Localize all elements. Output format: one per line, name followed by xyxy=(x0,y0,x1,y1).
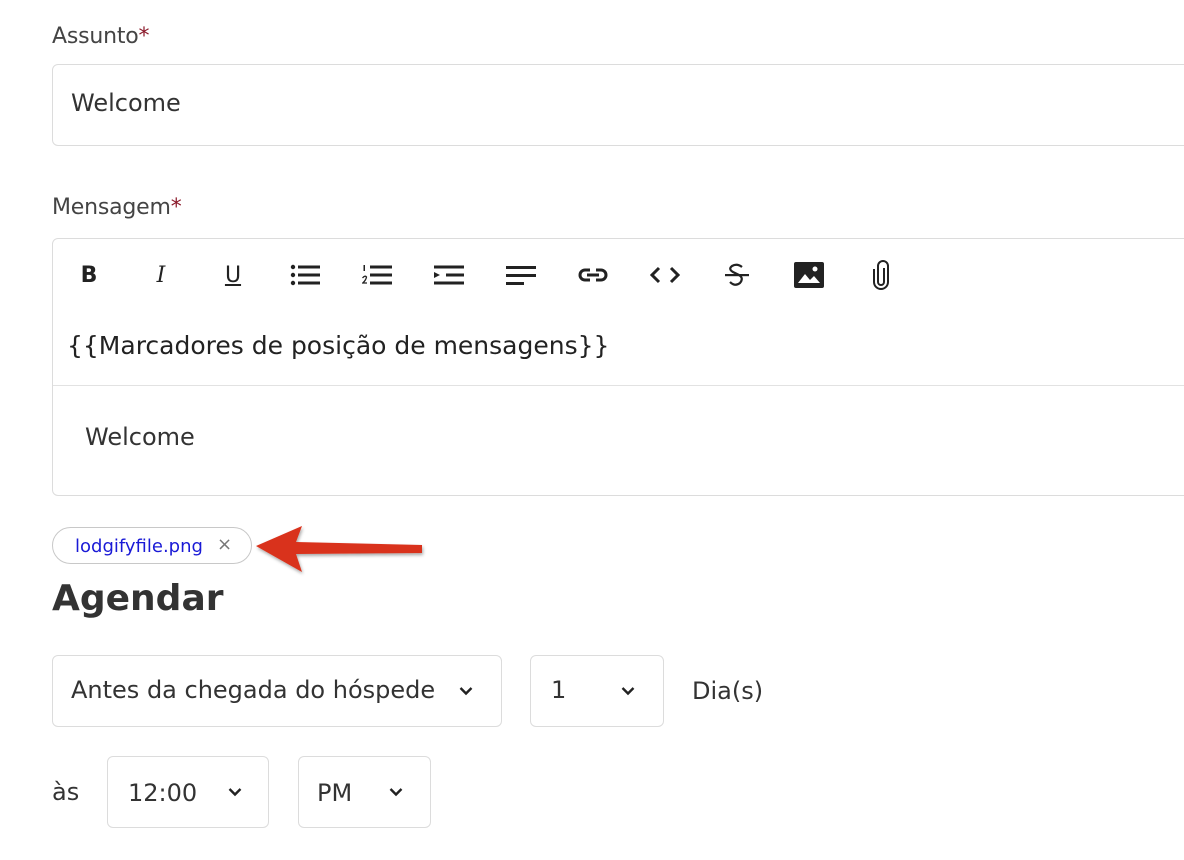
underline-button[interactable]: U xyxy=(215,259,251,291)
bold-icon: B xyxy=(80,262,98,288)
chevron-down-icon xyxy=(389,788,403,797)
message-body[interactable]: Welcome xyxy=(85,423,195,451)
bulleted-list-button[interactable] xyxy=(287,259,323,291)
message-label: Mensagem* xyxy=(52,195,182,220)
align-icon xyxy=(506,266,536,285)
chevron-down-icon xyxy=(621,687,635,696)
link-icon xyxy=(578,268,608,282)
message-placeholders-button[interactable]: {{Marcadores de posição de mensagens}} xyxy=(67,331,609,360)
underline-icon: U xyxy=(224,262,242,288)
image-icon xyxy=(794,262,824,288)
image-button[interactable] xyxy=(791,259,827,291)
italic-button[interactable]: I xyxy=(143,259,179,291)
schedule-count-value: 1 xyxy=(551,676,567,704)
schedule-unit-label: Dia(s) xyxy=(692,677,764,705)
bulleted-list-icon xyxy=(290,264,320,286)
indent-button[interactable] xyxy=(431,259,467,291)
attachment-button[interactable] xyxy=(863,259,899,291)
bold-button[interactable]: B xyxy=(71,259,107,291)
numbered-list-button[interactable] xyxy=(359,259,395,291)
required-mark: * xyxy=(170,195,182,220)
schedule-count-select[interactable]: 1 xyxy=(530,655,664,727)
subject-value: Welcome xyxy=(71,89,181,117)
chevron-down-icon xyxy=(459,687,473,696)
schedule-ampm-select[interactable]: PM xyxy=(298,756,431,828)
subject-label: Assunto* xyxy=(52,24,150,49)
italic-icon: I xyxy=(156,262,166,288)
annotation-arrow-icon xyxy=(256,526,422,572)
message-editor[interactable]: B I U {{Marcadores de posição de mensage… xyxy=(52,238,1184,496)
code-button[interactable] xyxy=(647,259,683,291)
attachment-chip: lodgifyfile.png × xyxy=(52,527,252,564)
strikethrough-icon xyxy=(725,263,749,286)
schedule-when-value: Antes da chegada do hóspede xyxy=(71,676,436,704)
link-button[interactable] xyxy=(575,259,611,291)
align-button[interactable] xyxy=(503,259,539,291)
attachment-icon xyxy=(873,260,889,290)
schedule-ampm-value: PM xyxy=(317,779,353,807)
subject-input[interactable]: Welcome xyxy=(52,64,1184,146)
code-icon xyxy=(650,266,680,284)
numbered-list-icon xyxy=(362,265,392,285)
schedule-title: Agendar xyxy=(52,578,224,619)
indent-icon xyxy=(434,265,464,285)
chevron-down-icon xyxy=(228,788,242,797)
attachment-file-link[interactable]: lodgifyfile.png xyxy=(75,536,203,557)
schedule-when-select[interactable]: Antes da chegada do hóspede xyxy=(52,655,502,727)
schedule-time-value: 12:00 xyxy=(128,779,198,807)
schedule-time-select[interactable]: 12:00 xyxy=(107,756,269,828)
editor-divider xyxy=(53,385,1184,386)
schedule-at-label: às xyxy=(52,778,80,806)
remove-attachment-button[interactable]: × xyxy=(217,534,232,555)
required-mark: * xyxy=(138,24,150,49)
strikethrough-button[interactable] xyxy=(719,259,755,291)
